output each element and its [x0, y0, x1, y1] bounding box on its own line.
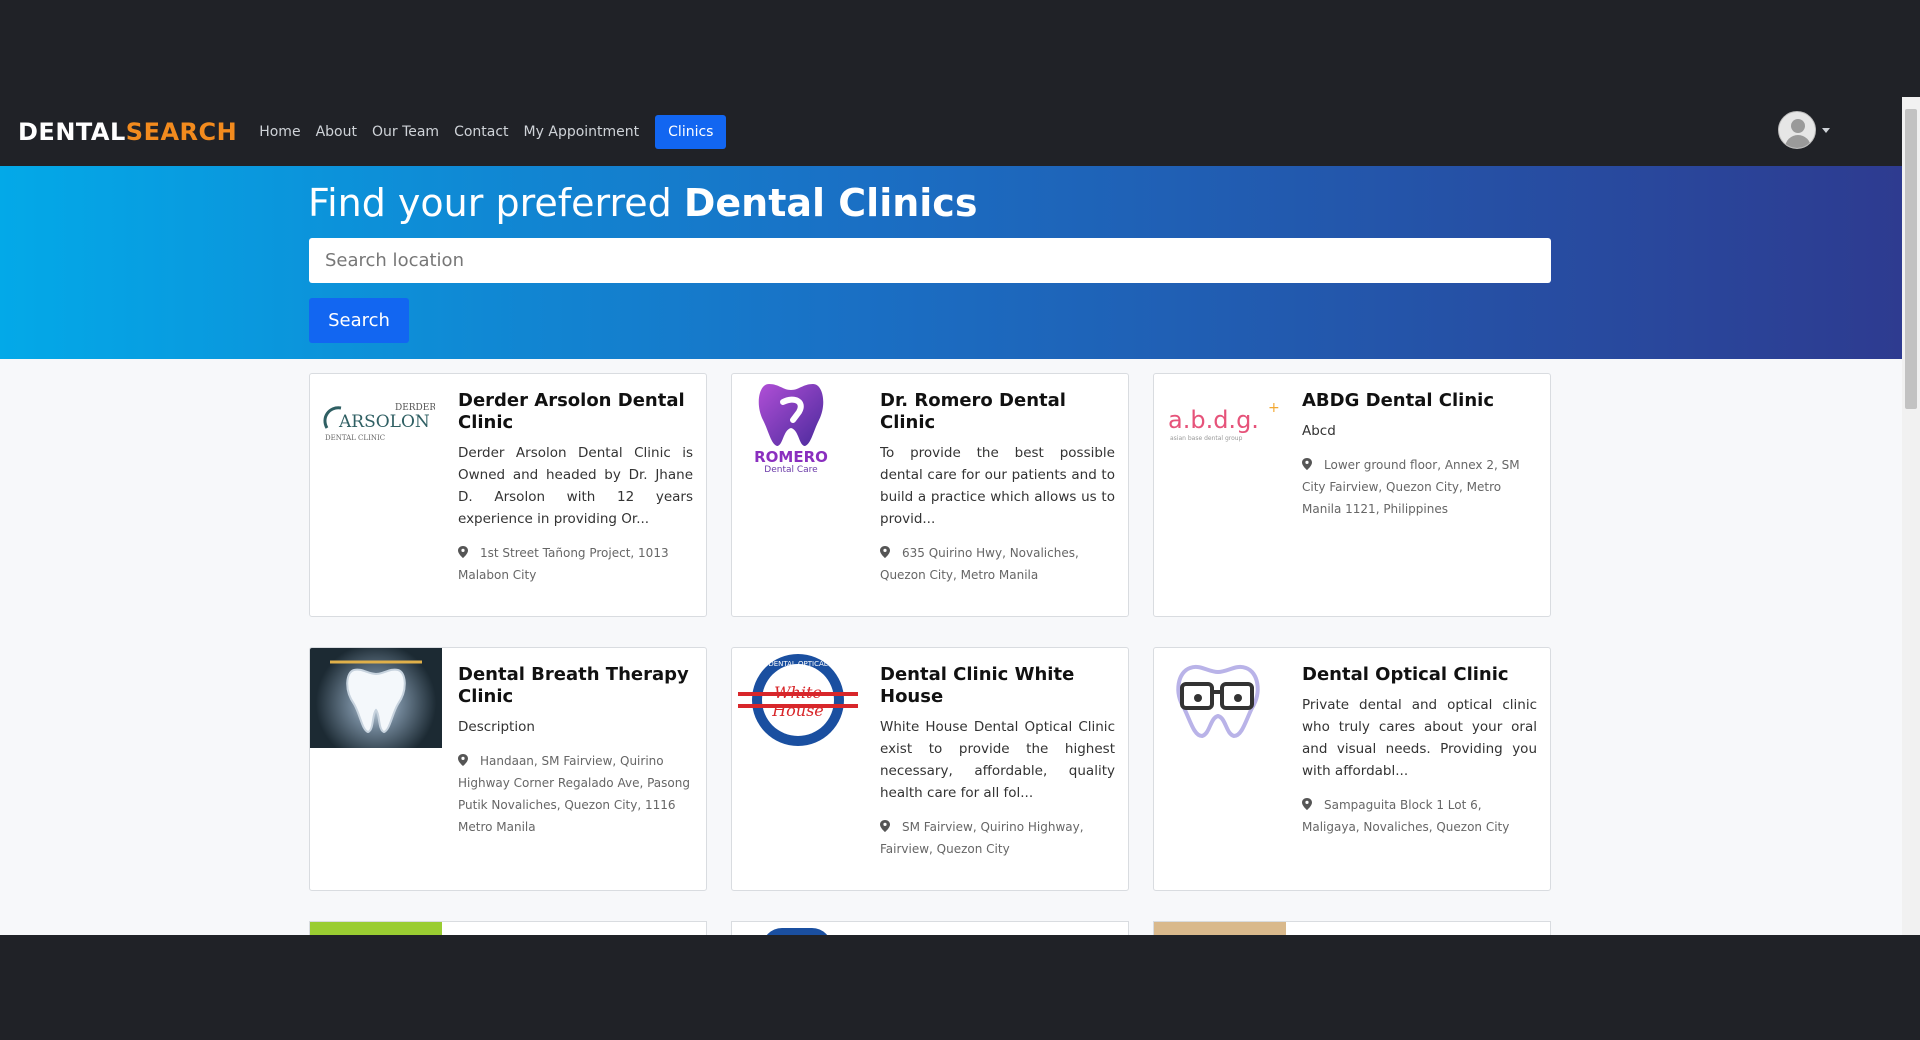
navbar: DENTALSEARCH Home About Our Team Contact…	[0, 97, 1920, 166]
clinic-address: 635 Quirino Hwy, Novaliches, Quezon City…	[880, 542, 1115, 586]
clinic-logo-partial	[762, 928, 832, 935]
browser-viewport: DENTALSEARCH Home About Our Team Contact…	[0, 97, 1920, 935]
caret-down-icon[interactable]	[1822, 127, 1830, 133]
clinic-logo-derder-arsolon: DERDER ARSOLON DENTAL CLINIC	[310, 374, 442, 474]
nav-links: Home About Our Team Contact My Appointme…	[259, 114, 741, 149]
avatar-head	[1791, 119, 1805, 133]
clinic-logo-romero: ROMERO Dental Care	[732, 374, 864, 474]
clinic-description: To provide the best possible dental care…	[880, 445, 1115, 527]
clinic-address: Sampaguita Block 1 Lot 6, Maligaya, Nova…	[1302, 794, 1537, 838]
clinic-card-partial[interactable]	[309, 921, 707, 935]
clinic-card-partial[interactable]	[731, 921, 1129, 935]
clinic-name[interactable]: Dental Breath Therapy Clinic	[458, 664, 693, 708]
avatar-body	[1785, 135, 1811, 148]
hero-title-bold: Dental Clinics	[683, 181, 978, 225]
clinic-card[interactable]: ROMERO Dental Care Dr. Romero Dental Cli…	[731, 373, 1129, 617]
clinic-description: Abcd	[1302, 423, 1336, 439]
logo-text-house: House	[771, 701, 824, 720]
nav-contact[interactable]: Contact	[454, 124, 508, 140]
map-marker-icon	[1302, 798, 1312, 810]
nav-home[interactable]: Home	[259, 124, 300, 140]
logo-text-plus: +	[1268, 400, 1280, 416]
hero-title: Find your preferred Dental Clinics	[308, 181, 977, 225]
clinic-address: Handaan, SM Fairview, Quirino Highway Co…	[458, 750, 693, 838]
user-menu[interactable]	[1778, 111, 1830, 149]
clinic-logo-white-house: White House DENTAL OPTICAL	[732, 648, 864, 748]
clinic-card[interactable]: Dental Optical Clinic Private dental and…	[1153, 647, 1551, 891]
clinic-name[interactable]: ABDG Dental Clinic	[1302, 390, 1537, 412]
clinic-logo-partial	[310, 922, 442, 935]
map-marker-icon	[458, 546, 468, 558]
clinic-card[interactable]: a.b.d.g. + asian base dental group ABDG …	[1153, 373, 1551, 617]
clinic-logo-partial	[1154, 922, 1286, 935]
brand-text-dental: DENTAL	[18, 117, 126, 146]
brand-text-search: SEARCH	[125, 117, 238, 146]
clinic-card[interactable]: White House DENTAL OPTICAL Dental Clinic…	[731, 647, 1129, 891]
nav-clinics[interactable]: Clinics	[655, 114, 727, 149]
logo-text-abdg: a.b.d.g.	[1168, 406, 1259, 434]
clinic-description: Description	[458, 719, 535, 735]
scrollbar-thumb[interactable]	[1905, 109, 1917, 409]
clinic-address: Lower ground floor, Annex 2, SM City Fai…	[1302, 454, 1537, 520]
logo-text-dental-clinic: DENTAL CLINIC	[325, 434, 385, 442]
clinic-description: Private dental and optical clinic who tr…	[1302, 697, 1537, 779]
map-marker-icon	[458, 754, 468, 766]
logo-text-dental-optical: DENTAL OPTICAL	[768, 660, 827, 668]
clinic-logo-breath-therapy	[310, 648, 442, 748]
clinic-logo-dental-optical	[1154, 648, 1286, 748]
clinic-address: SM Fairview, Quirino Highway, Fairview, …	[880, 816, 1115, 860]
page-scrollbar[interactable]	[1902, 97, 1920, 935]
logo-text-arsolon: ARSOLON	[338, 412, 430, 432]
clinic-name[interactable]: Dental Clinic White House	[880, 664, 1115, 708]
clinic-card-partial[interactable]	[1153, 921, 1551, 935]
clinic-card[interactable]: Dental Breath Therapy Clinic Description…	[309, 647, 707, 891]
hero-banner: Find your preferred Dental Clinics Searc…	[0, 166, 1920, 359]
clinic-address-text: SM Fairview, Quirino Highway, Fairview, …	[880, 820, 1084, 856]
map-marker-icon	[1302, 458, 1312, 470]
clinic-address-text: 635 Quirino Hwy, Novaliches, Quezon City…	[880, 546, 1079, 582]
brand-logo[interactable]: DENTALSEARCH	[18, 118, 237, 146]
clinic-description: Derder Arsolon Dental Clinic is Owned an…	[458, 445, 693, 527]
nav-my-appointment[interactable]: My Appointment	[524, 124, 640, 140]
search-button[interactable]: Search	[309, 298, 409, 343]
clinic-name[interactable]: Dental Optical Clinic	[1302, 664, 1537, 686]
clinic-address-text: Handaan, SM Fairview, Quirino Highway Co…	[458, 754, 690, 834]
map-marker-icon	[880, 820, 890, 832]
hero-title-prefix: Find your preferred	[308, 181, 672, 225]
clinic-name[interactable]: Dr. Romero Dental Clinic	[880, 390, 1115, 434]
user-avatar-icon[interactable]	[1778, 111, 1816, 149]
clinic-description: White House Dental Optical Clinic exist …	[880, 719, 1115, 801]
clinic-address-text: Lower ground floor, Annex 2, SM City Fai…	[1302, 458, 1520, 516]
logo-text-romero: ROMERO	[754, 448, 828, 466]
clinic-card[interactable]: DERDER ARSOLON DENTAL CLINIC Derder Arso…	[309, 373, 707, 617]
nav-our-team[interactable]: Our Team	[372, 124, 439, 140]
logo-text-tagline: asian base dental group	[1170, 435, 1243, 442]
clinic-address-text: 1st Street Tañong Project, 1013 Malabon …	[458, 546, 669, 582]
map-marker-icon	[880, 546, 890, 558]
nav-about[interactable]: About	[316, 124, 357, 140]
search-location-input[interactable]	[309, 238, 1551, 283]
logo-text-white: White	[774, 683, 822, 702]
clinic-address-text: Sampaguita Block 1 Lot 6, Maligaya, Nova…	[1302, 798, 1510, 834]
clinic-name[interactable]: Derder Arsolon Dental Clinic	[458, 390, 693, 434]
clinic-address: 1st Street Tañong Project, 1013 Malabon …	[458, 542, 693, 586]
logo-text-dental-care: Dental Care	[764, 465, 818, 474]
clinic-logo-abdg: a.b.d.g. + asian base dental group	[1154, 374, 1286, 474]
